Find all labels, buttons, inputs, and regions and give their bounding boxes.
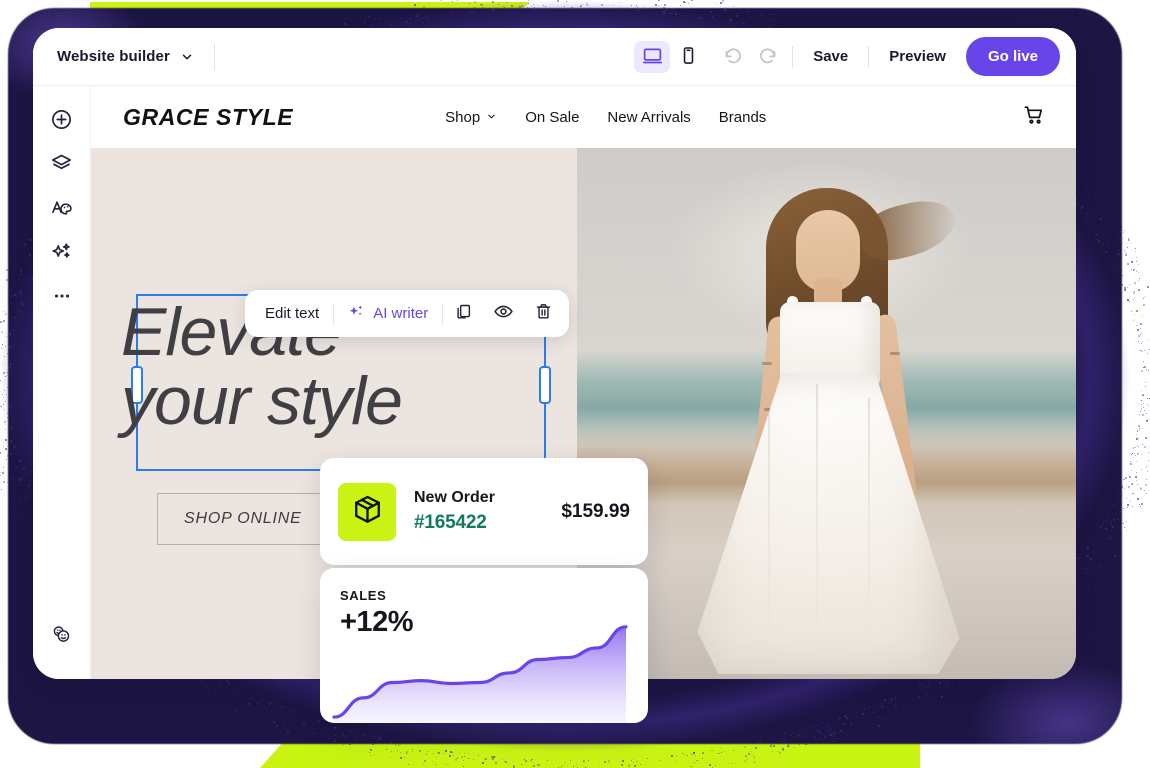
order-number: #165422 [414, 512, 495, 534]
undo-button[interactable] [716, 41, 750, 73]
layers-icon [50, 152, 73, 180]
smiley-faces-icon [49, 622, 74, 652]
sparkles-icon [50, 240, 73, 268]
topbar-divider-2 [792, 46, 793, 68]
save-button[interactable]: Save [801, 48, 860, 65]
order-amount: $159.99 [561, 501, 630, 523]
element-edit-toolbar: Edit text AI writer [245, 290, 569, 337]
topbar-divider [214, 44, 215, 70]
delete-button[interactable] [523, 297, 563, 331]
sidebar-item-feedback[interactable] [42, 617, 82, 657]
duplicate-button[interactable] [443, 297, 483, 331]
new-order-card[interactable]: New Order #165422 $159.99 [320, 458, 648, 565]
desktop-monitor-icon [642, 45, 663, 69]
text-palette-icon [50, 196, 73, 224]
order-details: New Order #165422 [414, 489, 495, 534]
nav-label: Brands [719, 109, 767, 126]
package-box-icon [351, 493, 384, 531]
edit-text-button[interactable]: Edit text [251, 305, 333, 322]
ellipsis-icon [51, 285, 73, 312]
sidebar-item-design[interactable] [42, 190, 82, 230]
order-title: New Order [414, 489, 495, 507]
redo-button[interactable] [750, 41, 784, 73]
sales-chart-card[interactable]: SALES +12% [320, 568, 648, 723]
shop-online-button[interactable]: SHOP ONLINE [157, 493, 329, 545]
redo-arrow-icon [757, 45, 778, 69]
copy-duplicate-icon [454, 302, 473, 326]
model-photo-subject [662, 156, 992, 679]
nav-label: On Sale [525, 109, 579, 126]
sidebar-item-ai-tools[interactable] [42, 234, 82, 274]
ai-writer-button[interactable]: AI writer [334, 303, 442, 324]
sidebar-item-add-element[interactable] [42, 102, 82, 142]
preview-button[interactable]: Preview [877, 48, 958, 65]
sparkles-icon [348, 303, 365, 324]
nav-item-on-sale[interactable]: On Sale [525, 109, 579, 126]
cart-button[interactable] [1022, 103, 1046, 132]
editor-sidebar [33, 86, 91, 679]
order-icon-tile [338, 483, 396, 541]
eye-icon [493, 301, 514, 327]
hero-title-line-2: your style [121, 367, 561, 436]
tattoo [762, 362, 772, 365]
nav-item-shop[interactable]: Shop [445, 109, 497, 126]
sales-card-title: SALES [340, 588, 386, 603]
site-nav: Shop On Sale New Arrivals Brands [445, 109, 766, 126]
chevron-down-icon [486, 109, 497, 126]
mobile-view-button[interactable] [670, 41, 706, 73]
site-header: GRACE STYLE Shop On Sale New Arrivals Br… [91, 86, 1076, 148]
app-title: Website builder [57, 48, 170, 65]
sidebar-item-more[interactable] [42, 278, 82, 318]
hero-image [577, 148, 1076, 679]
desktop-view-button[interactable] [634, 41, 670, 73]
site-logo[interactable]: GRACE STYLE [123, 104, 293, 131]
app-topbar: Website builder Save Preview Go live [33, 28, 1076, 86]
undo-arrow-icon [723, 45, 744, 69]
dress-bodice [780, 302, 880, 386]
trash-icon [534, 302, 553, 326]
sidebar-item-layers[interactable] [42, 146, 82, 186]
topbar-divider-3 [868, 46, 869, 68]
nav-item-brands[interactable]: Brands [719, 109, 767, 126]
mobile-phone-icon [679, 46, 698, 68]
dress-skirt [698, 374, 960, 674]
plus-circle-icon [50, 108, 73, 136]
nav-label: New Arrivals [607, 109, 690, 126]
hair-wisp [855, 193, 961, 267]
go-live-button[interactable]: Go live [966, 37, 1060, 76]
ai-writer-label: AI writer [373, 305, 428, 322]
visibility-toggle-button[interactable] [483, 297, 523, 331]
tattoo [890, 352, 900, 355]
screenshot-stage: Website builder Save Preview Go live GRA… [0, 0, 1150, 768]
chevron-down-icon[interactable] [180, 50, 194, 64]
nav-label: Shop [445, 109, 480, 126]
shopping-cart-icon [1022, 103, 1046, 132]
nav-item-new-arrivals[interactable]: New Arrivals [607, 109, 690, 126]
sales-area-chart [320, 613, 648, 723]
